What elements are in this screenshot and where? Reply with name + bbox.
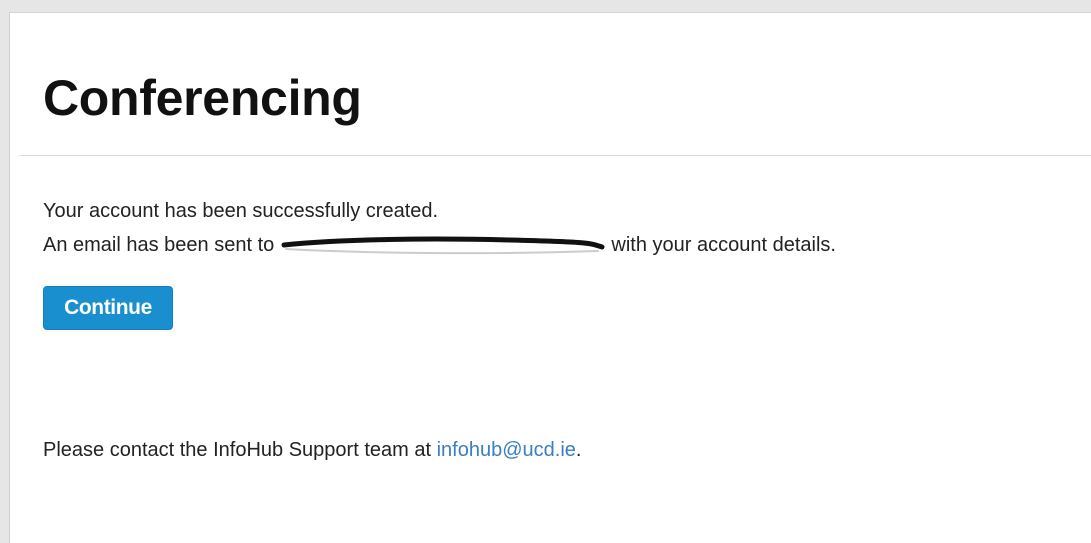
success-message: Your account has been successfully creat…	[43, 200, 439, 222]
page-title: Conferencing	[43, 70, 362, 126]
support-message: Please contact the InfoHub Support team …	[43, 438, 581, 462]
support-suffix: .	[575, 439, 582, 461]
title-divider	[19, 155, 1091, 156]
redaction-scribble-icon	[281, 236, 605, 255]
email-sent-prefix: An email has been sent to	[43, 234, 275, 256]
email-sent-suffix: with your account details.	[611, 234, 836, 256]
redacted-email	[280, 233, 606, 257]
content-panel: Conferencing Your account has been succe…	[9, 12, 1091, 543]
support-email-link[interactable]: infohub@ucd.ie	[437, 439, 576, 461]
continue-button[interactable]: Continue	[43, 286, 173, 330]
email-sent-message: An email has been sent to with your acco…	[43, 233, 836, 257]
support-prefix: Please contact the InfoHub Support team …	[43, 439, 432, 461]
